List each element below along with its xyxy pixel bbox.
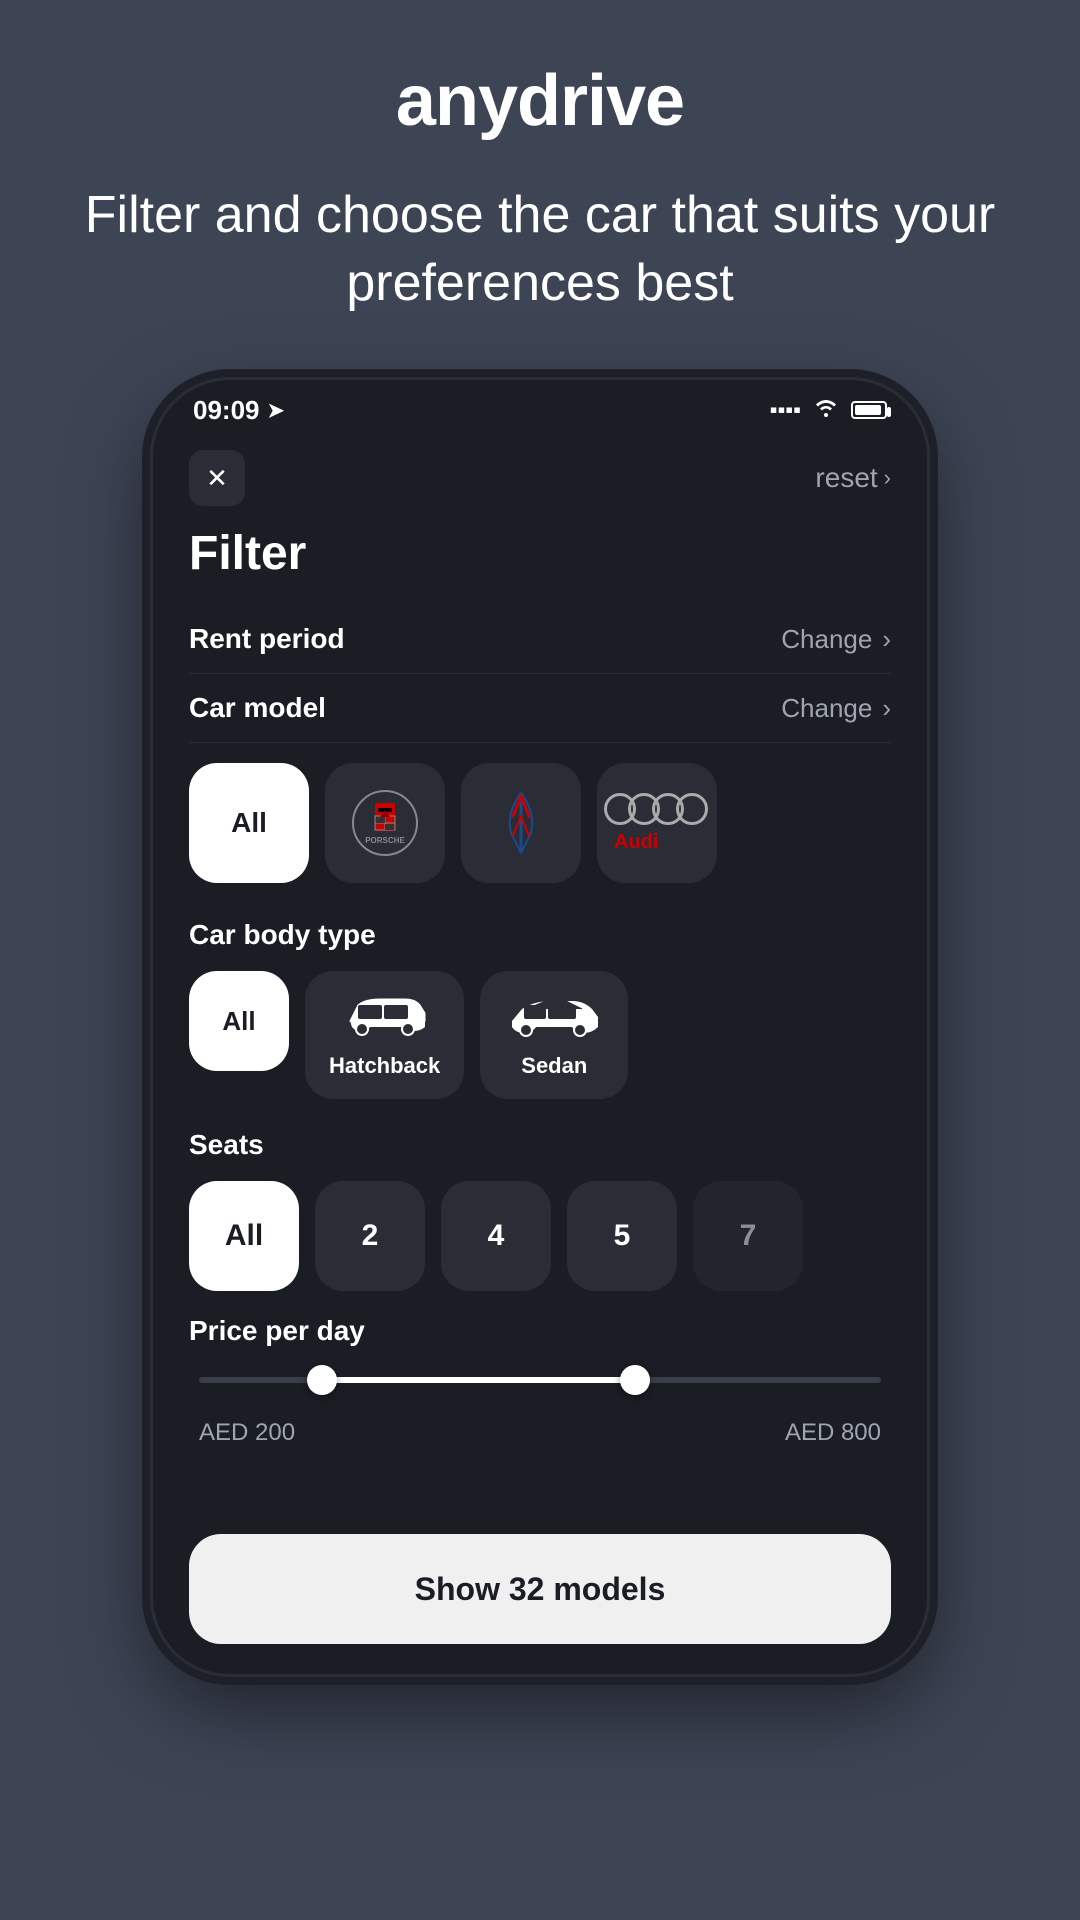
price-max-label: AED 800: [785, 1419, 881, 1447]
price-track-active: [322, 1377, 636, 1383]
hatchback-label: Hatchback: [329, 1053, 440, 1079]
hatchback-icon: [340, 991, 430, 1045]
car-model-action: Change ›: [781, 693, 891, 724]
wifi-icon: [813, 396, 839, 424]
price-label: Price per day: [189, 1315, 891, 1347]
close-button[interactable]: ✕: [189, 450, 245, 506]
app-title: anydrive: [396, 60, 684, 142]
top-bar: ✕ reset ›: [189, 450, 891, 506]
seats-4[interactable]: 4: [441, 1181, 551, 1291]
status-time: 09:09 ➤: [193, 395, 284, 426]
status-bar: 09:09 ➤ ▪▪▪▪: [153, 380, 927, 440]
price-min-label: AED 200: [199, 1419, 295, 1447]
body-types-row: All Hatchback: [189, 971, 891, 1099]
rent-period-row[interactable]: Rent period Change ›: [189, 605, 891, 674]
side-button-left: [150, 580, 153, 640]
price-thumb-max[interactable]: [620, 1365, 650, 1395]
rent-period-action: Change ›: [781, 624, 891, 655]
body-type-sedan[interactable]: Sedan: [480, 971, 628, 1099]
car-model-row[interactable]: Car model Change ›: [189, 674, 891, 743]
brand-maserati[interactable]: [461, 763, 581, 883]
chevron-right-icon: ›: [882, 693, 891, 724]
rent-period-label: Rent period: [189, 623, 345, 655]
seats-row: All 2 4 5 7: [189, 1181, 891, 1291]
sedan-icon: [504, 991, 604, 1045]
body-type-hatchback[interactable]: Hatchback: [305, 971, 464, 1099]
price-thumb-min[interactable]: [307, 1365, 337, 1395]
price-range-labels: AED 200 AED 800: [199, 1419, 881, 1447]
seats-2[interactable]: 2: [315, 1181, 425, 1291]
chevron-right-icon: ›: [884, 465, 891, 491]
brand-all[interactable]: All: [189, 763, 309, 883]
signal-icon: ▪▪▪▪: [770, 397, 801, 423]
phone-content: ✕ reset › Filter Rent period Change › Ca…: [153, 440, 927, 1674]
side-button-right: [927, 560, 930, 640]
close-icon: ✕: [206, 463, 228, 494]
show-models-button[interactable]: Show 32 models: [189, 1534, 891, 1644]
battery-icon: [851, 401, 887, 419]
show-models-label: Show 32 models: [415, 1571, 666, 1608]
app-subtitle: Filter and choose the car that suits you…: [0, 182, 1080, 317]
seats-label: Seats: [189, 1129, 891, 1161]
seats-5[interactable]: 5: [567, 1181, 677, 1291]
brand-audi[interactable]: Audi: [597, 763, 717, 883]
maserati-logo: [491, 788, 551, 858]
sedan-label: Sedan: [521, 1053, 587, 1079]
location-icon: ➤: [268, 398, 285, 423]
filter-title: Filter: [189, 526, 891, 581]
chevron-right-icon: ›: [882, 624, 891, 655]
price-slider[interactable]: [199, 1377, 881, 1383]
svg-text:PORSCHE: PORSCHE: [365, 836, 405, 845]
body-type-all[interactable]: All: [189, 971, 289, 1071]
status-icons: ▪▪▪▪: [770, 396, 887, 424]
brand-porsche[interactable]: PORSCHE: [325, 763, 445, 883]
reset-button[interactable]: reset ›: [815, 462, 891, 494]
car-model-label: Car model: [189, 692, 326, 724]
porsche-logo: PORSCHE: [350, 788, 420, 858]
seats-more[interactable]: 7: [693, 1181, 803, 1291]
brands-row: All PORSCHE: [189, 763, 891, 883]
phone-mockup: 09:09 ➤ ▪▪▪▪ ✕ reset: [150, 377, 930, 1677]
show-button-container: Show 32 models: [189, 1514, 891, 1674]
seats-all[interactable]: All: [189, 1181, 299, 1291]
car-body-type-label: Car body type: [189, 919, 891, 951]
